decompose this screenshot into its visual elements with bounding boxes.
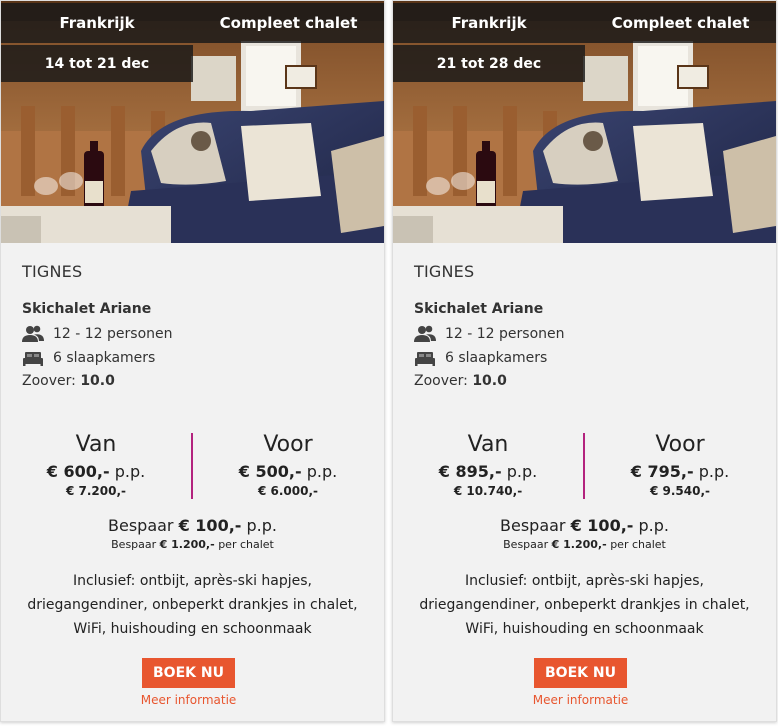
chalet-name: Skichalet Ariane xyxy=(414,301,544,317)
savings-total: Bespaar € 1.200,- per chalet xyxy=(503,538,666,551)
discount-price: Voor € 500,- p.p. € 6.000,- xyxy=(193,431,383,498)
discount-price-pp: € 795,- xyxy=(630,462,694,481)
bedrooms-text: 6 slaapkamers xyxy=(445,350,548,366)
dates-tag: 14 tot 21 dec xyxy=(1,45,193,82)
accommodation-type-tag: Compleet chalet xyxy=(585,3,776,43)
deal-card: Frankrijk Compleet chalet 21 tot 28 dec … xyxy=(392,0,777,722)
pp-suffix: p.p. xyxy=(506,462,538,481)
book-now-button[interactable]: BOEK NU xyxy=(534,658,627,688)
original-price: Van € 600,- p.p. € 7.200,- xyxy=(1,431,191,498)
dates-tag: 21 tot 28 dec xyxy=(393,45,585,82)
original-price: Van € 895,- p.p. € 10.740,- xyxy=(393,431,583,498)
discount-price-label: Voor xyxy=(655,432,705,457)
original-price-total: € 10.740,- xyxy=(453,484,523,498)
deal-card: Frankrijk Compleet chalet 14 tot 21 dec … xyxy=(0,0,385,722)
pp-suffix: p.p. xyxy=(114,462,146,481)
pp-suffix: p.p. xyxy=(306,462,338,481)
original-price-label: Van xyxy=(75,432,117,457)
discount-price-label: Voor xyxy=(263,432,313,457)
rating-value: 10.0 xyxy=(80,373,115,389)
rating: Zoover: 10.0 xyxy=(22,373,115,389)
discount-price: Voor € 795,- p.p. € 9.540,- xyxy=(585,431,775,498)
original-price-pp: € 600,- xyxy=(46,462,110,481)
rating-value: 10.0 xyxy=(472,373,507,389)
discount-price-pp: € 500,- xyxy=(238,462,302,481)
original-price-pp: € 895,- xyxy=(438,462,502,481)
savings-pp: Bespaar € 100,- p.p. xyxy=(108,516,277,535)
region-title: TIGNES xyxy=(414,262,475,281)
pp-suffix: p.p. xyxy=(698,462,730,481)
chalet-name: Skichalet Ariane xyxy=(22,301,152,317)
bedrooms-text: 6 slaapkamers xyxy=(53,350,156,366)
bedrooms-row: 6 slaapkamers xyxy=(414,349,547,367)
region-title: TIGNES xyxy=(22,262,83,281)
guests-row: 12 - 12 personen xyxy=(414,325,565,343)
rating-label: Zoover: xyxy=(414,373,468,389)
guests-text: 12 - 12 personen xyxy=(445,326,565,342)
guests-row: 12 - 12 personen xyxy=(22,325,173,343)
book-now-button[interactable]: BOEK NU xyxy=(142,658,235,688)
users-icon xyxy=(22,325,44,343)
country-tag: Frankrijk xyxy=(1,3,193,43)
discount-price-total: € 6.000,- xyxy=(257,484,319,498)
bedrooms-row: 6 slaapkamers xyxy=(22,349,155,367)
guests-text: 12 - 12 personen xyxy=(53,326,173,342)
more-info-link[interactable]: Meer informatie xyxy=(393,693,768,707)
inclusions-text: Inclusief: ontbijt, après-ski hapjes, dr… xyxy=(419,573,750,637)
bed-icon xyxy=(22,349,44,367)
original-price-label: Van xyxy=(467,432,509,457)
country-tag: Frankrijk xyxy=(393,3,585,43)
savings-total: Bespaar € 1.200,- per chalet xyxy=(111,538,274,551)
bed-icon xyxy=(414,349,436,367)
rating: Zoover: 10.0 xyxy=(414,373,507,389)
users-icon xyxy=(414,325,436,343)
accommodation-type-tag: Compleet chalet xyxy=(193,3,384,43)
original-price-total: € 7.200,- xyxy=(65,484,127,498)
inclusions-text: Inclusief: ontbijt, après-ski hapjes, dr… xyxy=(27,573,358,637)
savings-pp: Bespaar € 100,- p.p. xyxy=(500,516,669,535)
more-info-link[interactable]: Meer informatie xyxy=(1,693,376,707)
rating-label: Zoover: xyxy=(22,373,76,389)
discount-price-total: € 9.540,- xyxy=(649,484,711,498)
